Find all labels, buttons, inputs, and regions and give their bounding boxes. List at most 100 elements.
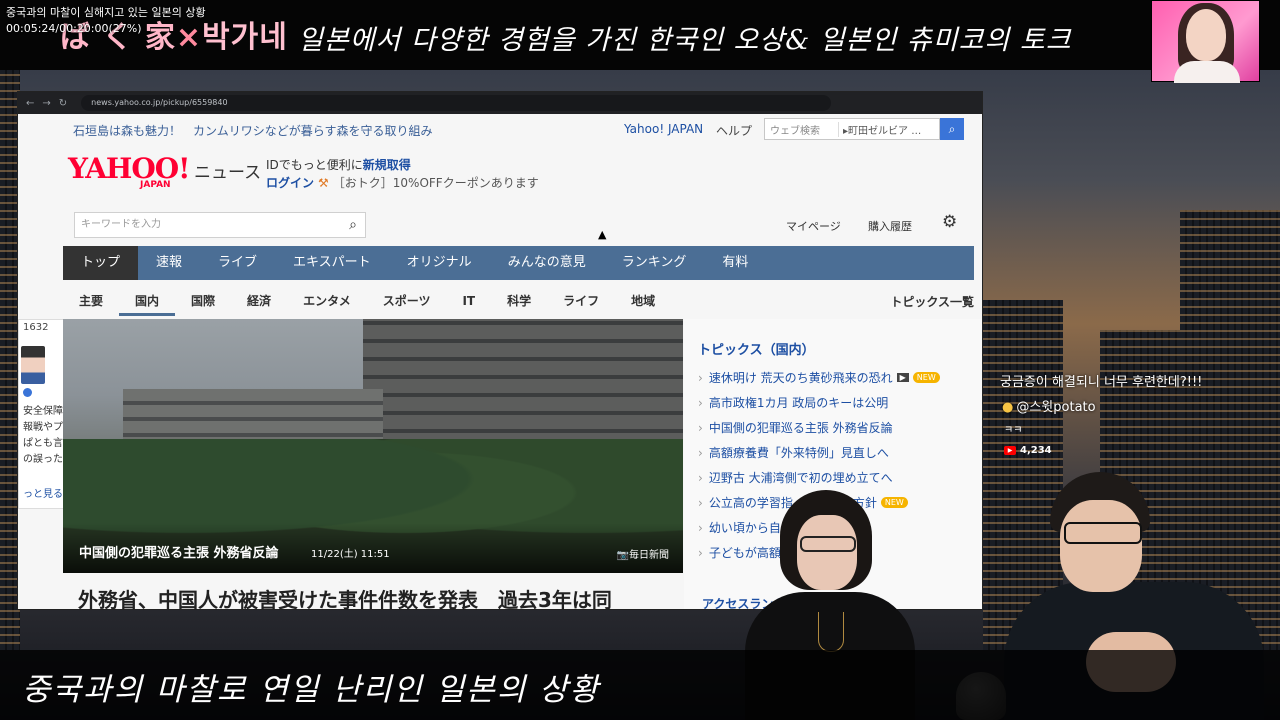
forward-icon[interactable]: → xyxy=(42,98,50,109)
logo-sub: JAPAN xyxy=(140,180,171,190)
sub-nav-item[interactable]: IT xyxy=(446,286,491,316)
sub-nav-item[interactable]: 科学 xyxy=(491,286,547,316)
sub-nav-item[interactable]: 経済 xyxy=(231,286,287,316)
keyword-search-input[interactable]: キーワードを入力 xyxy=(74,212,366,238)
sub-nav-item[interactable]: エンタメ xyxy=(287,286,367,316)
main-nav-item[interactable]: 速報 xyxy=(138,246,200,280)
hammer-icon: ⚒ xyxy=(318,176,329,190)
topic-item[interactable]: › 速休明け 荒天のち黄砂飛来の恐れ ▶ NEW xyxy=(698,365,940,390)
topic-text[interactable]: 高市政権1カ月 政局のキーは公明 xyxy=(709,394,888,411)
login-row: ログイン ⚒ ［おトク］10%OFFクーポンあります xyxy=(266,174,539,191)
hero-source: 📷毎日新聞 xyxy=(616,550,669,561)
reload-icon[interactable]: ↻ xyxy=(59,98,67,109)
brand-x: × xyxy=(175,20,203,55)
topic-item[interactable]: › 高額療養費「外来特例」見直しへ xyxy=(698,440,940,465)
host-woman-face xyxy=(797,515,857,590)
top-banner: ば く 家×박가네 일본에서 다양한 경험을 가진 한국인 오상& 일본인 츄미… xyxy=(0,0,1280,70)
chevron-right-icon: › xyxy=(698,520,703,535)
ticker-link[interactable]: 石垣島は森も魅力！ カンムリワシなどが暮らす森を守る取り組み xyxy=(73,122,433,139)
topic-item[interactable]: › 中国側の犯罪巡る主張 外務省反論 xyxy=(698,415,940,440)
coupon-promo[interactable]: ［おトク］10%OFFクーポンあります xyxy=(333,176,539,190)
youtube-icon: ▶ xyxy=(1004,446,1016,455)
hero-image[interactable]: 中国側の犯罪巡る主張 外務省反論 11/22(土) 11:51 📷毎日新聞 xyxy=(63,319,683,573)
banner-caption: 일본에서 다양한 경험을 가진 한국인 오상& 일본인 츄미코의 토크 xyxy=(298,25,1072,56)
sub-nav-item[interactable]: 国内 xyxy=(119,286,176,316)
login-link[interactable]: ログイン xyxy=(266,176,314,190)
topics-list-link[interactable]: トピックス一覧 xyxy=(890,293,974,310)
verified-icon xyxy=(23,388,32,397)
chevron-right-icon: › xyxy=(698,495,703,510)
main-nav-item[interactable]: みんなの意見 xyxy=(490,246,604,280)
chevron-right-icon: › xyxy=(698,545,703,560)
main-nav-item[interactable]: ライブ xyxy=(200,246,275,280)
sub-nav-item[interactable]: 国際 xyxy=(175,286,231,316)
mypage-link[interactable]: マイページ xyxy=(786,218,841,234)
view-count: ▶ 4,234 xyxy=(1004,445,1052,456)
sub-nav-item[interactable]: ライフ xyxy=(547,286,615,316)
bottom-caption: 중국과의 마찰로 연일 난리인 일본의 상황 xyxy=(22,672,601,708)
comment-count: 1632 xyxy=(23,322,49,333)
video-title: 중국과의 마찰이 심해지고 있는 일본의 상황 xyxy=(6,6,206,19)
main-nav-item[interactable]: ランキング xyxy=(604,246,705,280)
topic-item[interactable]: › 高市政権1カ月 政局のキーは公明 xyxy=(698,390,940,415)
chat-reply: ㅋㅋ xyxy=(1004,425,1023,436)
purchase-history-link[interactable]: 購入履歴 xyxy=(868,218,912,234)
browser-toolbar: ← → ↻ news.yahoo.co.jp/pickup/6559840 xyxy=(18,92,982,114)
yahoo-logo[interactable]: YAHOO! JAPAN xyxy=(68,152,190,191)
main-nav-item[interactable]: 有料 xyxy=(704,246,766,280)
glasses xyxy=(1064,522,1142,544)
host-man-face xyxy=(1060,500,1142,592)
chevron-right-icon: › xyxy=(698,395,703,410)
article-headline[interactable]: 外務省、中国人が被害受けた事件件数を発表 過去3年は同 xyxy=(78,584,612,609)
help-link[interactable]: ヘルプ xyxy=(716,122,752,139)
location-chip[interactable]: ▸町田ゼルビア … xyxy=(839,122,921,137)
main-nav-item[interactable]: トップ xyxy=(63,246,139,280)
signup-link[interactable]: 新規取得 xyxy=(363,158,411,172)
sub-nav: 主要 国内 国際 経済 エンタメ スポーツ IT 科学 ライフ 地域 トピックス一覧 xyxy=(63,286,974,316)
glasses xyxy=(800,536,856,552)
sub-nav-item[interactable]: 主要 xyxy=(63,286,119,316)
necklace xyxy=(818,612,844,652)
topics-heading[interactable]: トピックス（国内） xyxy=(698,339,815,358)
chevron-right-icon: › xyxy=(698,370,703,385)
web-search-placeholder: ウェブ検索 xyxy=(765,121,839,137)
topic-text[interactable]: 速休明け 荒天のち黄砂飛来の恐れ xyxy=(709,369,893,386)
logo-text: YAHOO! xyxy=(68,152,190,185)
sub-nav-item[interactable]: 地域 xyxy=(615,286,671,316)
topic-text[interactable]: 辺野古 大浦湾側で初の埋め立てへ xyxy=(709,469,893,486)
main-nav-item[interactable]: エキスパート xyxy=(275,246,389,280)
sub-nav-item[interactable]: スポーツ xyxy=(367,286,447,316)
chat-username: @스윗potato xyxy=(1016,400,1096,415)
view-count-value: 4,234 xyxy=(1020,445,1052,456)
chat-user: ● @스윗potato xyxy=(1002,396,1096,415)
news-wordmark: ニュース xyxy=(194,163,262,183)
guest-thumbnail xyxy=(1151,0,1260,83)
web-search-box[interactable]: ウェブ検索 ▸町田ゼルビア … xyxy=(764,118,940,140)
thumbnail-body xyxy=(1174,61,1240,83)
video-icon: ▶ xyxy=(896,373,909,382)
chevron-right-icon: › xyxy=(698,445,703,460)
coin-icon: ● xyxy=(1002,400,1014,415)
hero-date: 11/22(土) 11:51 xyxy=(311,549,390,560)
topic-item[interactable]: › 辺野古 大浦湾側で初の埋め立てへ xyxy=(698,465,940,490)
id-prefix: IDでもっと便利に xyxy=(266,158,363,172)
search-icon[interactable]: ⌕ xyxy=(940,118,964,140)
see-more-link[interactable]: っと見る xyxy=(23,485,63,500)
mouse-cursor: ▲ xyxy=(598,228,607,241)
stream-frame: ば く 家×박가네 일본에서 다양한 경험을 가진 한국인 오상& 일본인 츄미… xyxy=(0,0,1280,720)
avatar xyxy=(21,346,45,384)
topic-text[interactable]: 中国側の犯罪巡る主張 外務省反論 xyxy=(709,419,893,436)
yahoo-japan-link[interactable]: Yahoo! JAPAN xyxy=(624,122,703,136)
hero-caption[interactable]: 中国側の犯罪巡る主張 外務省反論 xyxy=(79,542,279,561)
topic-text[interactable]: 高額療養費「外来特例」見直しへ xyxy=(709,444,889,461)
chat-message: 궁금증이 해결되니 너무 후련한데?!!! xyxy=(1000,375,1203,390)
thumbnail-face xyxy=(1186,9,1226,61)
address-bar[interactable]: news.yahoo.co.jp/pickup/6559840 xyxy=(81,95,832,111)
gear-icon[interactable]: ⚙ xyxy=(942,212,957,232)
chevron-right-icon: › xyxy=(698,470,703,485)
new-badge: NEW xyxy=(912,372,940,383)
main-nav-item[interactable]: オリジナル xyxy=(389,246,490,280)
keyword-search-icon[interactable]: ⌕ xyxy=(340,212,366,238)
new-badge: NEW xyxy=(880,497,908,508)
back-icon[interactable]: ← xyxy=(26,98,34,109)
